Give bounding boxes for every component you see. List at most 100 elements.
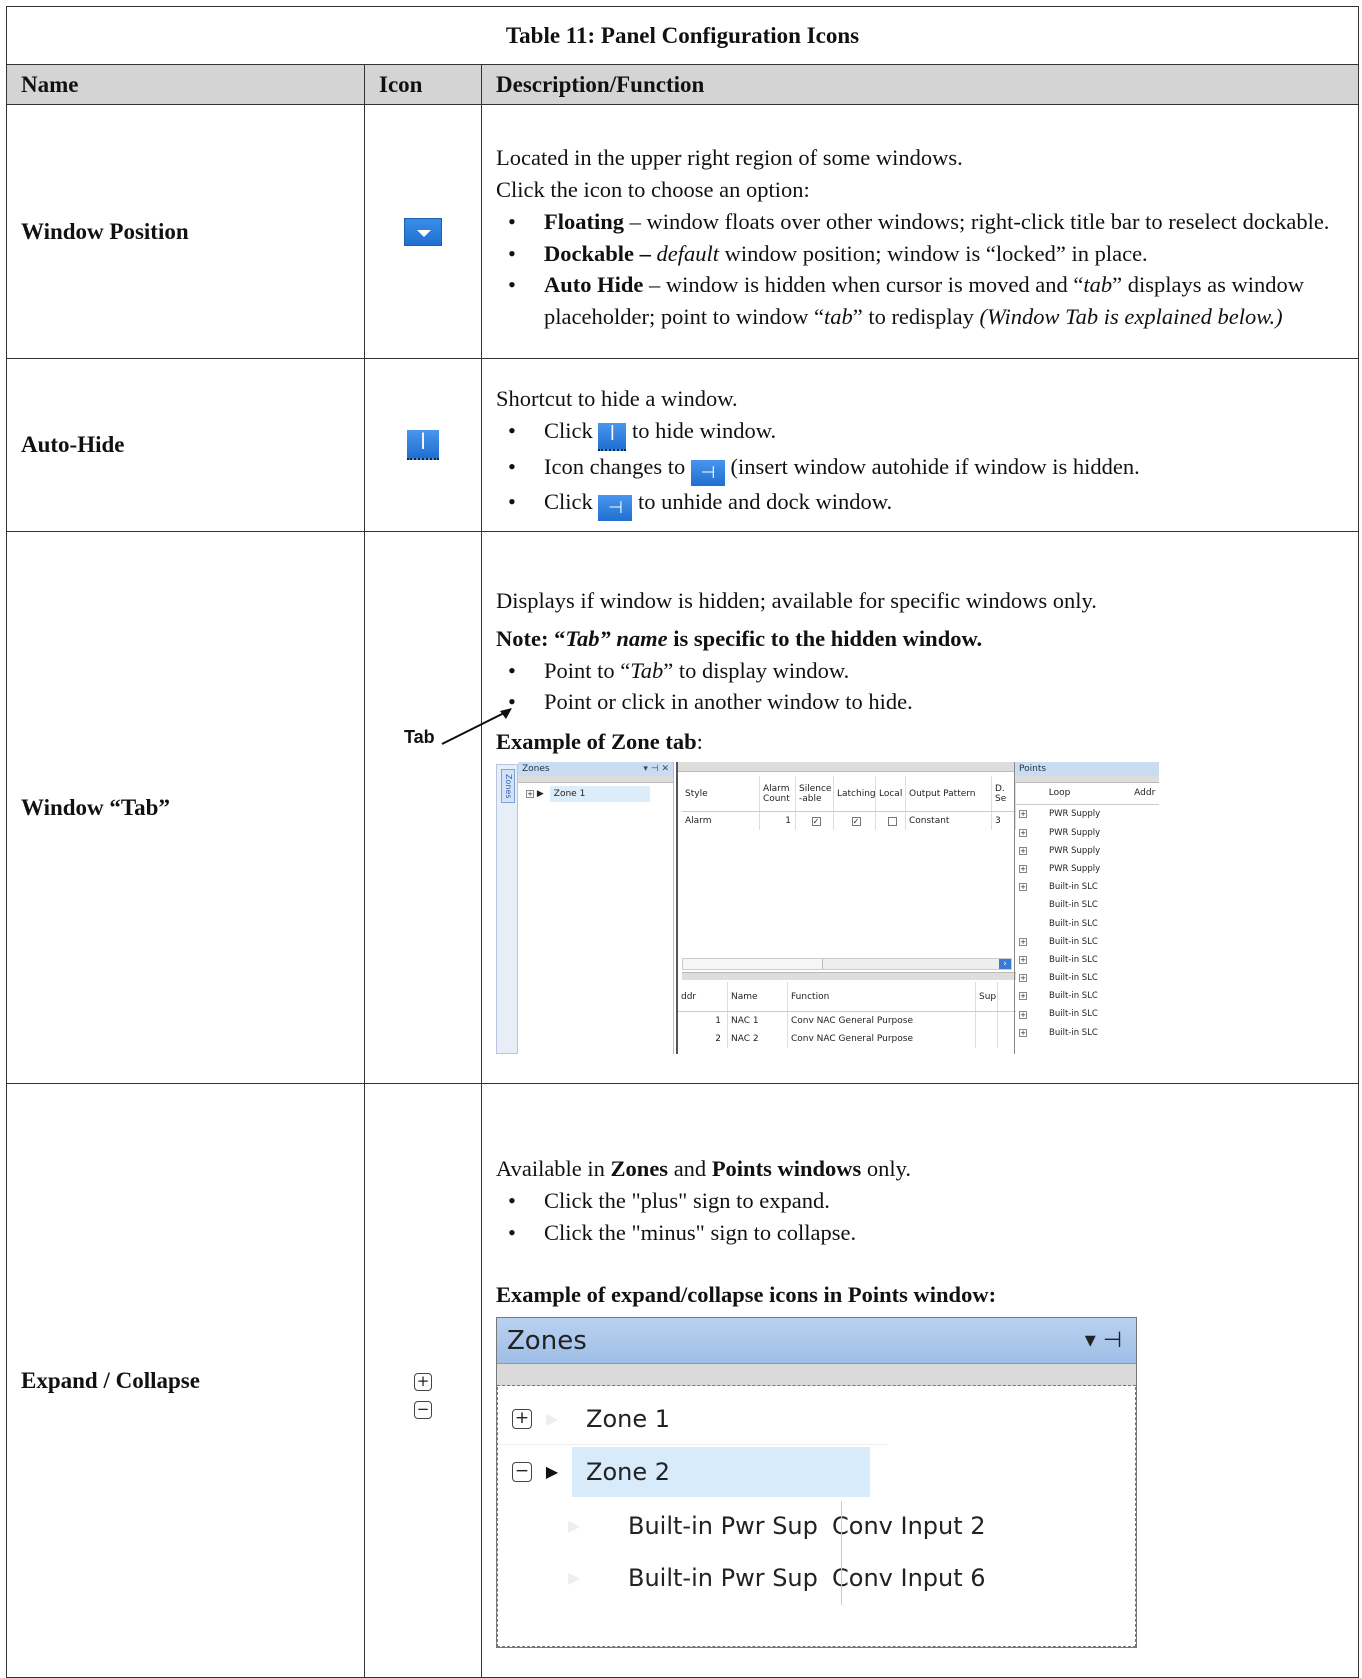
note-part: Note: “ <box>496 625 566 651</box>
example-label-text: Example of Zone tab <box>496 729 697 755</box>
points-row[interactable]: + Built-in SLC <box>1015 969 1159 987</box>
column-header-icon: Icon <box>364 64 482 105</box>
expand-icon[interactable]: + <box>1019 955 1027 964</box>
expand-icon[interactable]: + <box>1019 992 1027 1001</box>
zones-side-tab[interactable]: Zones <box>496 764 518 1055</box>
zones-tree: + ▶ Zone 1 − ▶ Zone 2 ▶ Built-in Pwr Sup Conv … <box>497 1386 1137 1647</box>
silenceable-checkbox[interactable]: ✓ <box>811 816 821 826</box>
option-note: (Window Tab is explained below.) <box>979 304 1283 330</box>
expand-icon[interactable]: + <box>1019 883 1027 892</box>
points-row[interactable]: + PWR Supply <box>1015 824 1159 842</box>
points-toolbar <box>1015 776 1159 784</box>
points-header-cell: Addr <box>1134 788 1156 799</box>
point-loop: Built-in SLC <box>1049 1009 1098 1020</box>
points-row[interactable]: + Built-in SLC <box>1015 1024 1159 1042</box>
text-bold: Zones <box>610 1156 669 1182</box>
expand-icon[interactable]: + <box>526 790 534 799</box>
description-text: Click the icon to choose an option: <box>496 176 810 202</box>
step-text: ” to display window. <box>663 657 850 683</box>
horizontal-scrollbar[interactable]: › <box>682 958 1012 971</box>
pin-icon: ꟾ <box>598 422 627 451</box>
tree-row[interactable]: ▶ Built-in Pwr Sup Conv Input 6 <box>498 1553 1137 1603</box>
grid-header: ddr Name Function Sup <box>678 982 1016 1013</box>
expand-icon[interactable]: + <box>512 1409 532 1430</box>
row-description: Displays if window is hidden; available … <box>480 531 1360 1084</box>
points-row[interactable]: Built-in SLC <box>1015 914 1159 932</box>
points-row[interactable]: + PWR Supply <box>1015 842 1159 860</box>
points-row[interactable]: + Built-in SLC <box>1015 878 1159 896</box>
expand-icon <box>1019 901 1027 909</box>
zone-label: Zone 1 <box>549 786 650 803</box>
scroll-right-icon[interactable]: › <box>999 959 1011 970</box>
option-emphasis: tab <box>823 304 853 330</box>
tree-row[interactable]: − ▶ Zone 2 <box>498 1446 888 1497</box>
panel-controls[interactable]: ▾ ⊣ ✕ <box>643 762 669 776</box>
grid-row[interactable]: 2 NAC 2 Conv NAC General Purpose <box>678 1030 1016 1049</box>
column-header-name: Name <box>6 64 365 105</box>
properties-grid: Style Alarm Count Silence -able Latching… <box>682 776 1016 831</box>
points-header: Loop Addr <box>1015 783 1159 806</box>
icon-cell: + − <box>364 1083 482 1678</box>
grid-cell: Alarm <box>682 812 760 831</box>
expand-icon[interactable]: + <box>1019 846 1027 855</box>
window-controls[interactable]: ▾ ⊣ <box>1085 1318 1122 1364</box>
points-row[interactable]: + Built-in SLC <box>1015 933 1159 951</box>
point-loop: Built-in SLC <box>1049 954 1098 965</box>
grid-cell <box>976 1012 998 1031</box>
example-label: Example of Zone tab: <box>496 726 1350 758</box>
note-part: is specific to the hidden window. <box>667 625 983 651</box>
row-description: Located in the upper right region of som… <box>480 104 1360 359</box>
tree-row[interactable]: + ▶ Zone 1 <box>498 1395 888 1445</box>
properties-panel: Style Alarm Count Silence -able Latching… <box>676 762 1016 1055</box>
local-checkbox[interactable] <box>887 816 897 826</box>
expand-icon[interactable]: + <box>1019 1010 1027 1019</box>
point-function: Conv Input 2 <box>832 1511 986 1540</box>
splitter[interactable] <box>682 972 1016 981</box>
points-row[interactable]: + PWR Supply <box>1015 805 1159 823</box>
zone-label: Zone 1 <box>586 1405 670 1434</box>
option-text: – window is hidden when cursor is moved … <box>643 272 1084 298</box>
scroll-thumb[interactable] <box>683 959 823 970</box>
icon-cell <box>364 104 482 359</box>
grid-row[interactable]: Alarm 1 ✓ ✓ Constant 3 <box>682 812 1016 831</box>
description-text: Shortcut to hide a window. <box>496 386 738 412</box>
expand-icon[interactable]: + <box>1019 810 1027 819</box>
list-item: Point or click in another window to hide… <box>496 686 1350 718</box>
point-name: Built-in Pwr Sup <box>628 1563 818 1592</box>
text-part: Available in <box>496 1156 611 1182</box>
points-row[interactable]: + Built-in SLC <box>1015 951 1159 969</box>
option-term: Floating <box>544 208 625 234</box>
expand-icon[interactable]: + <box>1019 1028 1027 1037</box>
points-row[interactable]: + PWR Supply <box>1015 860 1159 878</box>
expand-icon[interactable]: + <box>1019 865 1027 873</box>
points-row[interactable]: + Built-in SLC <box>1015 987 1159 1005</box>
zones-panel: Zones ▾ ⊣ ✕ + ▶ Zone 1 <box>518 762 674 1055</box>
description-text: Displays if window is hidden; available … <box>496 587 1097 613</box>
points-row[interactable]: + Built-in SLC <box>1015 1005 1159 1023</box>
expand-icon[interactable]: + <box>1019 828 1027 837</box>
expand-icon <box>1019 920 1027 928</box>
point-loop: Built-in SLC <box>1049 918 1098 929</box>
points-row[interactable]: Built-in SLC <box>1015 896 1159 914</box>
zones-window-toolbar <box>497 1363 1136 1386</box>
step-text: to unhide and dock window. <box>632 488 893 514</box>
grid-header-cell: ddr <box>678 982 728 1012</box>
zones-window-header: Zones ▾ ⊣ <box>497 1317 1136 1364</box>
grid-header-cell: Function <box>788 982 976 1012</box>
grid-row[interactable]: 1 NAC 1 Conv NAC General Purpose <box>678 1012 1016 1031</box>
list-item: Click the "minus" sign to collapse. <box>496 1217 1350 1249</box>
note-emphasis: Tab” name <box>565 625 668 651</box>
description-text: Available in Zones and Points windows on… <box>496 1153 1350 1185</box>
grid-header-cell: Style <box>682 776 760 812</box>
pin-icon: ꟾ <box>407 430 439 460</box>
point-loop: Built-in SLC <box>1049 1027 1098 1038</box>
zone-row[interactable]: + ▶ Zone 1 <box>518 786 673 803</box>
dropdown-arrow-icon <box>404 217 442 246</box>
latching-checkbox[interactable]: ✓ <box>851 816 861 826</box>
row-description: Available in Zones and Points windows on… <box>480 1083 1360 1678</box>
tree-row[interactable]: ▶ Built-in Pwr Sup Conv Input 2 <box>498 1501 1137 1551</box>
collapse-icon[interactable]: − <box>512 1461 532 1482</box>
option-term: Auto Hide <box>544 272 644 298</box>
expand-icon[interactable]: + <box>1019 974 1027 983</box>
expand-icon[interactable]: + <box>1019 937 1027 946</box>
